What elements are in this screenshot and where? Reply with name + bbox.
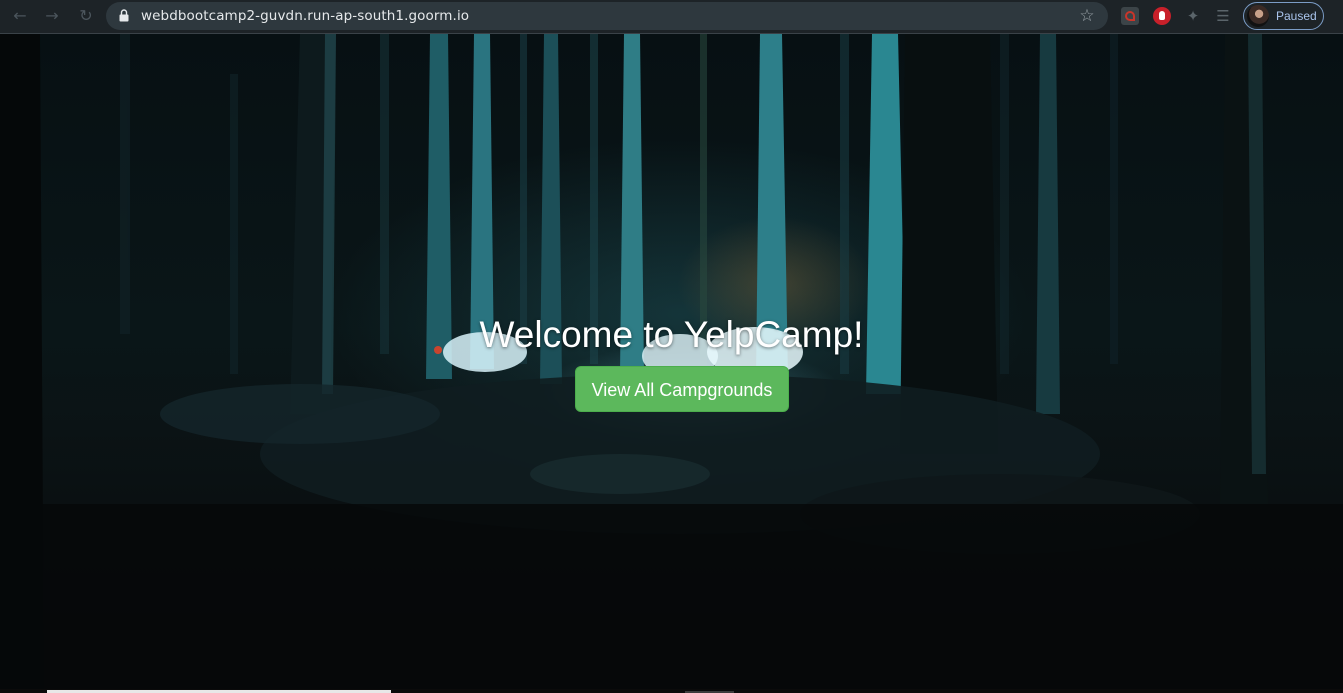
avatar [1247,5,1269,27]
profile-status: Paused [1276,9,1317,23]
adblock-hand-icon[interactable] [1153,7,1171,25]
forward-arrow-icon[interactable]: → [41,6,63,26]
hero-content: Welcome to YelpCamp! View All Campground… [0,34,1343,693]
profile-button[interactable]: Paused [1243,2,1324,30]
reload-icon[interactable]: ↻ [75,6,97,26]
view-all-campgrounds-button[interactable]: View All Campgrounds [575,366,789,412]
lock-icon [119,9,129,22]
hero-background: Welcome to YelpCamp! View All Campground… [0,34,1343,693]
browser-toolbar: ← → ↻ webdbootcamp2-guvdn.run-ap-south1.… [0,0,1343,34]
puzzle-extensions-icon[interactable]: ✦ [1184,7,1202,25]
pdf-extension-icon[interactable] [1121,7,1139,25]
page-title: Welcome to YelpCamp! [479,314,864,355]
url-text[interactable]: webdbootcamp2-guvdn.run-ap-south1.goorm.… [141,2,469,30]
reading-list-icon[interactable]: ☰ [1214,7,1232,25]
address-bar[interactable]: webdbootcamp2-guvdn.run-ap-south1.goorm.… [106,2,1108,30]
star-icon[interactable]: ☆ [1078,6,1096,26]
horizontal-scrollbar[interactable] [0,689,1343,693]
back-arrow-icon[interactable]: ← [9,6,31,26]
